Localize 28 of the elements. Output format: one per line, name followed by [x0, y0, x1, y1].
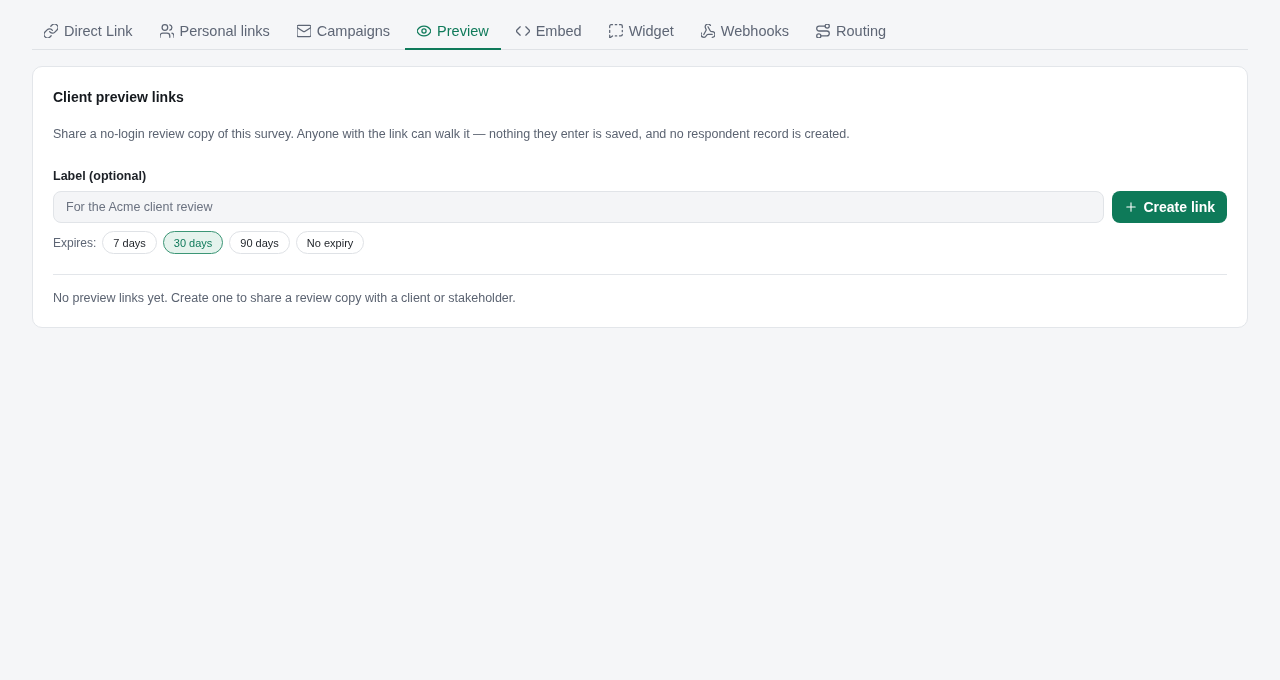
plus-icon	[1125, 201, 1138, 213]
field-label: Label (optional)	[53, 168, 148, 184]
tab[interactable]: Embed	[503, 14, 594, 50]
eye-icon	[417, 24, 432, 38]
dashed-message-icon	[608, 24, 623, 38]
label-input[interactable]: For the Acme client review	[53, 191, 1105, 223]
tab[interactable]: Webhooks	[688, 14, 802, 50]
expiry-chip[interactable]: No expiry	[295, 231, 365, 254]
tab[interactable]: Direct Link	[32, 14, 145, 50]
card-title: Client preview links	[53, 88, 185, 107]
route-icon	[816, 24, 831, 38]
tab[interactable]: Widget	[596, 14, 686, 50]
tab[interactable]: Campaigns	[284, 14, 403, 50]
create-link-button[interactable]: Create link	[1112, 191, 1227, 223]
expiry-chip[interactable]: 7 days	[102, 231, 157, 254]
link-icon	[44, 24, 58, 38]
expiry-chip[interactable]: 30 days	[162, 231, 224, 254]
code-icon	[515, 24, 530, 38]
users-icon	[159, 24, 174, 38]
webhook-icon	[700, 24, 715, 38]
tab[interactable]: Personal links	[147, 14, 282, 50]
expiry-label: Expires:	[53, 235, 97, 250]
tab[interactable]: Routing	[804, 14, 898, 50]
mail-icon	[296, 24, 311, 38]
tab[interactable]: Preview	[405, 14, 501, 50]
empty-state-text: No preview links yet. Create one to share a review copy with a client or stakeholder.	[53, 290, 517, 307]
expiry-chip[interactable]: 90 days	[229, 231, 290, 254]
card-description: Share a no-login review copy of this survey. Anyone with the link can walk it — nothing they enter is saved, and no respondent record is created.	[53, 126, 851, 143]
